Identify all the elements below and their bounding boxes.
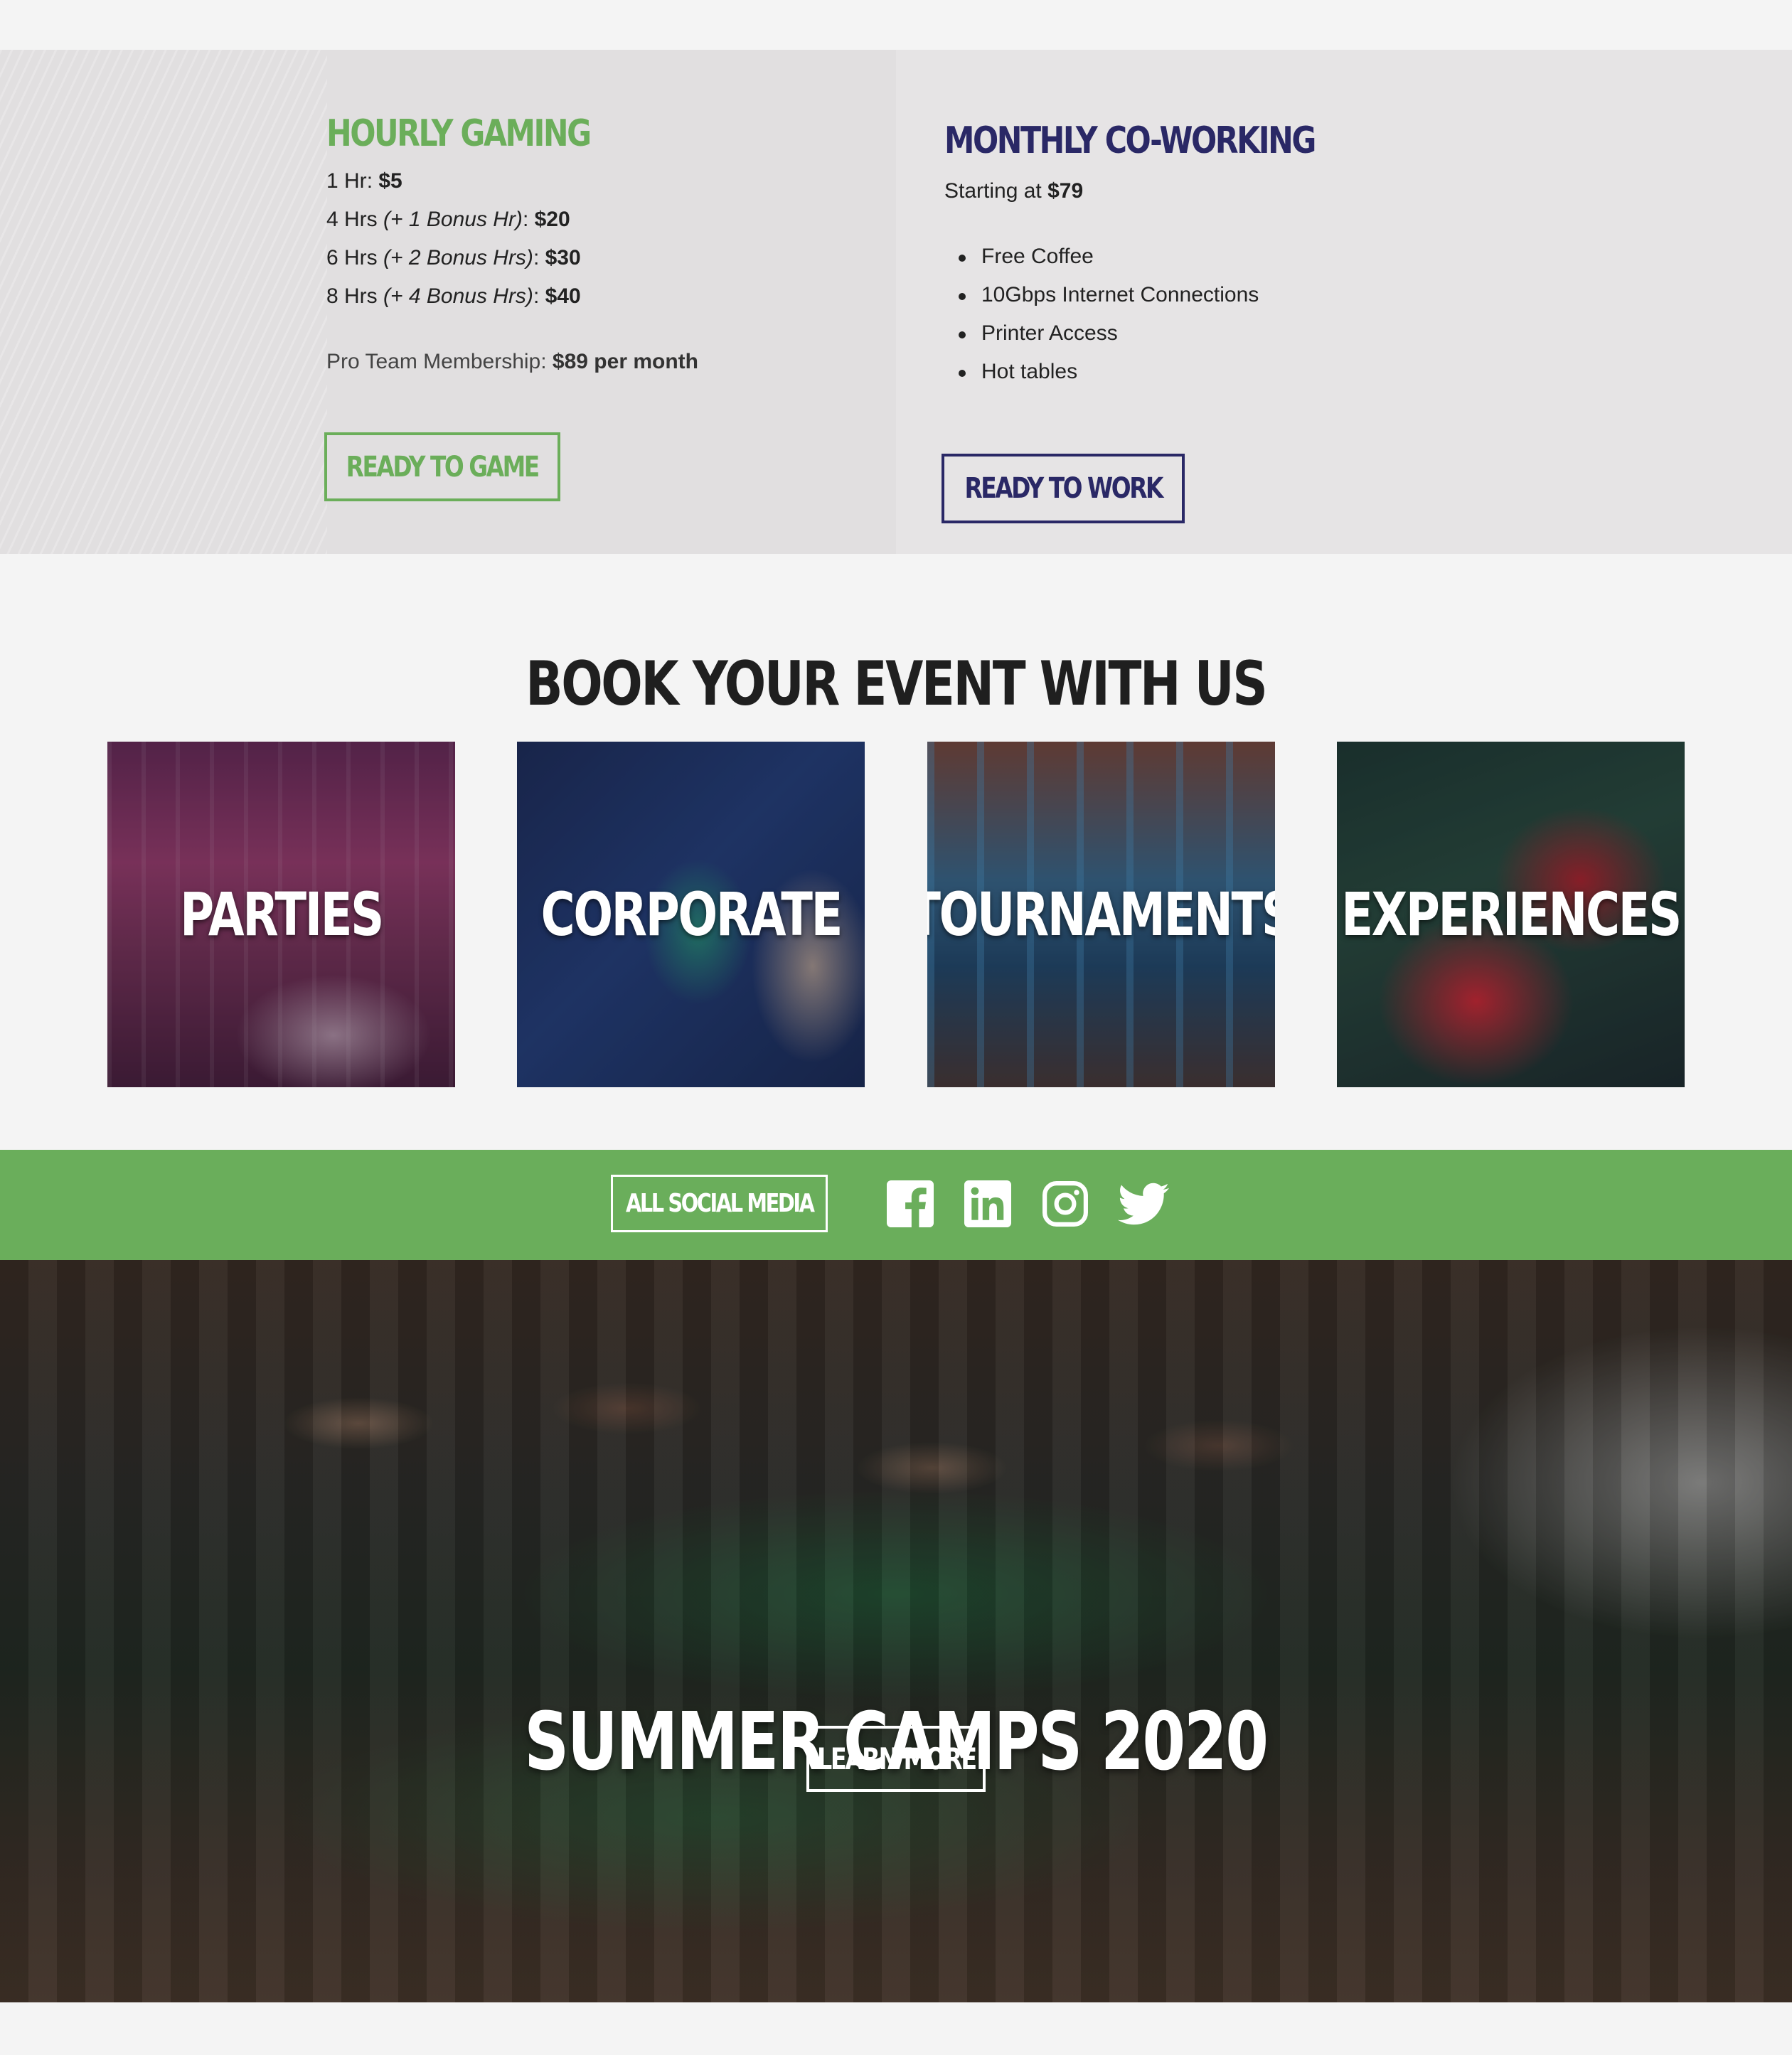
event-card-label: CORPORATE (540, 880, 843, 949)
linkedin-icon[interactable] (964, 1180, 1011, 1227)
events-title: BOOK YOUR EVENT WITH US (526, 648, 1268, 720)
price-line: 6 Hrs (+ 2 Bonus Hrs): $30 (326, 246, 581, 269)
learn-more-button[interactable]: LEARN MORE (806, 1726, 986, 1792)
list-item: Free Coffee (944, 237, 1396, 276)
price-line: 4 Hrs (+ 1 Bonus Hr): $20 (326, 208, 570, 231)
price-line: 8 Hrs (+ 4 Bonus Hrs): $40 (326, 284, 581, 308)
all-social-media-button[interactable]: ALL SOCIAL MEDIA (611, 1175, 828, 1232)
price-line: 1 Hr: $5 (326, 169, 402, 193)
summer-camps-banner: SUMMER CAMPS 2020 LEARN MORE (0, 1260, 1792, 2002)
list-item: Hot tables (944, 353, 1396, 391)
membership-line: Pro Team Membership: $89 per month (326, 350, 698, 373)
event-card-parties[interactable]: PARTIES (107, 742, 455, 1087)
pricing-section: HOURLY GAMING 1 Hr: $5 4 Hrs (+ 1 Bonus … (0, 50, 1792, 554)
event-card-label: EXPERIENCES (1341, 880, 1682, 949)
social-bar: ALL SOCIAL MEDIA (0, 1150, 1792, 1260)
ready-to-work-button[interactable]: READY TO WORK (942, 454, 1185, 523)
event-card-tournaments[interactable]: TOURNAMENTS (927, 742, 1275, 1087)
event-card-label: PARTIES (180, 880, 384, 949)
hourly-gaming-title: HOURLY GAMING (326, 112, 592, 155)
coworking-title: MONTHLY CO-WORKING (944, 119, 1316, 162)
list-item: 10Gbps Internet Connections (944, 276, 1396, 314)
ready-to-game-button[interactable]: READY TO GAME (324, 432, 560, 501)
facebook-icon[interactable] (887, 1180, 934, 1227)
event-card-corporate[interactable]: CORPORATE (517, 742, 865, 1087)
list-item: Printer Access (944, 314, 1396, 353)
twitter-icon[interactable] (1118, 1180, 1169, 1227)
event-card-label: TOURNAMENTS (927, 880, 1275, 949)
coworking-panel: MONTHLY CO-WORKING Starting at $79 Free … (896, 50, 1792, 554)
feature-list: Free Coffee 10Gbps Internet Connections … (944, 237, 1396, 391)
starting-price-line: Starting at $79 (944, 179, 1084, 203)
instagram-icon[interactable] (1042, 1180, 1089, 1227)
hourly-gaming-panel: HOURLY GAMING 1 Hr: $5 4 Hrs (+ 1 Bonus … (0, 50, 896, 554)
event-card-experiences[interactable]: EXPERIENCES (1337, 742, 1685, 1087)
